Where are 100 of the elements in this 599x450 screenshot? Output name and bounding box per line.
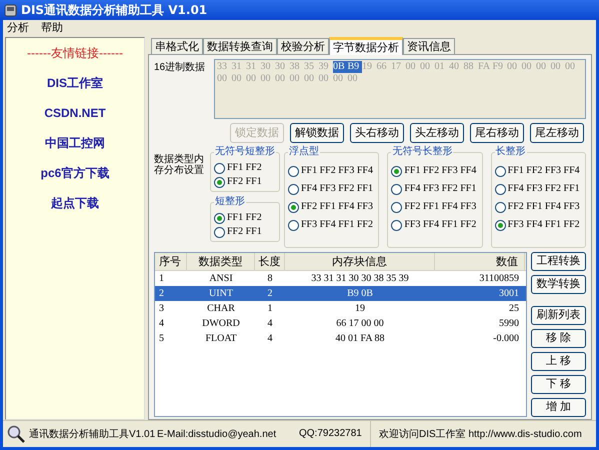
radio-label: FF4 FF3 FF2 FF1 — [404, 183, 476, 195]
side-button[interactable]: 下 移 — [531, 375, 586, 394]
hex-byte: 01 — [434, 61, 446, 73]
side-button[interactable]: 数学转换 — [531, 275, 586, 294]
group-title: 短整形 — [214, 196, 246, 208]
radio-button[interactable] — [288, 202, 299, 212]
radio-button[interactable] — [391, 220, 402, 230]
hex-byte: 66 — [376, 61, 388, 73]
radio-button[interactable] — [494, 166, 506, 176]
side-button[interactable]: 上 移 — [531, 352, 586, 371]
hex-byte: 00 — [550, 61, 562, 73]
hex-data-field[interactable]: 33 31 31 30 30 38 35 39 0B B9 19 66 17 00 00 01 40 88 FA F9 00 00 00 00 00 00 00 00 00 00 00 00 00 00 00 — [214, 59, 586, 119]
hex-byte: F9 — [492, 61, 504, 73]
hex-byte: FA — [478, 61, 492, 73]
radio-label: FF3 FF4 FF1 FF2 — [404, 219, 476, 231]
hex-byte: 17 — [391, 61, 402, 73]
status-text: 欢迎访问DIS工作室 http://www.dis-studio.com — [378, 428, 582, 442]
radio-button[interactable] — [214, 162, 225, 174]
window-title: DIS通讯数据分析辅助工具 V1.01 — [21, 2, 208, 19]
action-button[interactable]: 头左移动 — [410, 123, 464, 143]
radio-label: FF2 FF1 — [227, 176, 262, 188]
radio-button[interactable] — [391, 166, 402, 176]
status-text: 通讯数据分析辅助工具V1.01 — [29, 428, 156, 442]
radio-label: FF4 FF3 FF2 FF1 — [301, 183, 373, 195]
radio-button[interactable] — [391, 202, 402, 212]
action-button[interactable]: 尾右移动 — [470, 123, 524, 143]
hex-byte: 00 — [565, 61, 576, 73]
hex-byte: 0B — [333, 61, 348, 73]
hex-byte: 00 — [260, 73, 272, 85]
radio-label: FF3 FF4 FF1 FF2 — [301, 219, 373, 231]
tab[interactable]: 校验分析 — [277, 38, 329, 54]
table-row[interactable]: 2 UINT 2 B9 0B 3001 — [155, 286, 526, 301]
column-header[interactable]: 数据类型 — [187, 253, 255, 270]
hex-byte: 00 — [420, 61, 431, 73]
table-row[interactable]: 3 CHAR 1 19 25 — [155, 301, 526, 316]
hex-byte: 30 — [260, 61, 272, 73]
radio-button[interactable] — [494, 184, 506, 194]
side-button[interactable]: 移 除 — [531, 329, 586, 348]
column-header[interactable]: 长度 — [255, 253, 285, 270]
radio-label: FF2 FF1 FF4 FF3 — [404, 201, 476, 213]
radio-button[interactable] — [214, 212, 225, 224]
sidebar-link[interactable]: CSDN.NET — [44, 104, 106, 122]
menu-item[interactable]: 分析 — [7, 20, 29, 37]
hex-byte: 00 — [536, 61, 547, 73]
radio-button[interactable] — [214, 226, 225, 238]
tab[interactable]: 资讯信息 — [403, 38, 455, 54]
action-button[interactable]: 头右移动 — [350, 123, 404, 143]
side-button[interactable]: 刷新列表 — [531, 306, 586, 325]
app-icon — [4, 4, 17, 16]
memory-layout-label: 数据类型内存分布设置 — [154, 152, 205, 178]
group-title: 长整形 — [494, 146, 527, 158]
radio-button[interactable] — [494, 220, 506, 230]
radio-label: FF1 FF2 — [227, 212, 262, 224]
hex-byte: 00 — [246, 73, 257, 85]
sidebar-link[interactable]: DIS工作室 — [46, 74, 103, 92]
column-header[interactable]: 内存块信息 — [285, 253, 435, 270]
sidebar-link[interactable]: 中国工控网 — [45, 134, 105, 152]
status-text: QQ:79232781 — [299, 421, 371, 447]
radio-button[interactable] — [288, 220, 299, 230]
hex-byte: 19 — [362, 61, 373, 73]
radio-label: FF1 FF2 FF3 FF4 — [301, 165, 373, 177]
radio-label: FF3 FF4 FF1 FF2 — [508, 219, 580, 231]
hex-byte: 00 — [348, 73, 358, 85]
hex-byte: 35 — [304, 61, 315, 73]
radio-label: FF1 FF2 FF3 FF4 — [404, 165, 476, 177]
hex-byte: 00 — [507, 61, 518, 73]
sidebar-link[interactable]: pc6官方下载 — [40, 164, 110, 182]
radio-button[interactable] — [391, 184, 402, 194]
hex-byte: 00 — [290, 73, 300, 85]
hex-data-label: 16进制数据 — [154, 60, 206, 75]
hex-byte: 33 — [217, 61, 228, 73]
hex-byte: 39 — [318, 61, 330, 73]
hex-byte: 00 — [232, 73, 242, 85]
radio-button[interactable] — [214, 176, 225, 188]
radio-label: FF2 FF1 FF4 FF3 — [301, 201, 373, 213]
side-button[interactable]: 增 加 — [531, 398, 586, 417]
action-button[interactable]: 尾左移动 — [530, 123, 584, 143]
radio-button[interactable] — [494, 202, 506, 212]
column-header[interactable]: 数值 — [435, 253, 525, 270]
sidebar-link[interactable]: 起点下载 — [51, 194, 99, 212]
radio-label: FF1 FF2 — [227, 162, 262, 174]
hex-byte: 00 — [406, 61, 416, 73]
radio-button[interactable] — [288, 166, 299, 176]
status-text: E-Mail:disstudio@yeah.net — [157, 428, 278, 442]
menu-item[interactable]: 帮助 — [41, 20, 63, 37]
action-button[interactable]: 解锁数据 — [290, 123, 344, 143]
group-title: 无符号短整形 — [214, 146, 276, 158]
tab[interactable]: 字节数据分析 — [329, 37, 403, 55]
radio-label: FF2 FF1 — [227, 226, 262, 238]
group-title: 无符号长整形 — [391, 146, 454, 158]
tab[interactable]: 数据转换查询 — [203, 38, 277, 54]
side-button[interactable]: 工程转换 — [531, 252, 586, 271]
tab[interactable]: 串格式化 — [151, 38, 203, 54]
table-row[interactable]: 1 ANSI 8 33 31 31 30 30 38 35 39 31100859 — [155, 271, 526, 286]
radio-button[interactable] — [288, 184, 299, 194]
search-icon — [7, 425, 25, 443]
table-row[interactable]: 5 FLOAT 4 40 01 FA 88 -0.000 — [155, 331, 526, 346]
table-row[interactable]: 4 DWORD 4 66 17 00 00 5990 — [155, 316, 526, 331]
column-header[interactable]: 序号 — [155, 253, 187, 270]
hex-byte: 31 — [232, 61, 242, 73]
